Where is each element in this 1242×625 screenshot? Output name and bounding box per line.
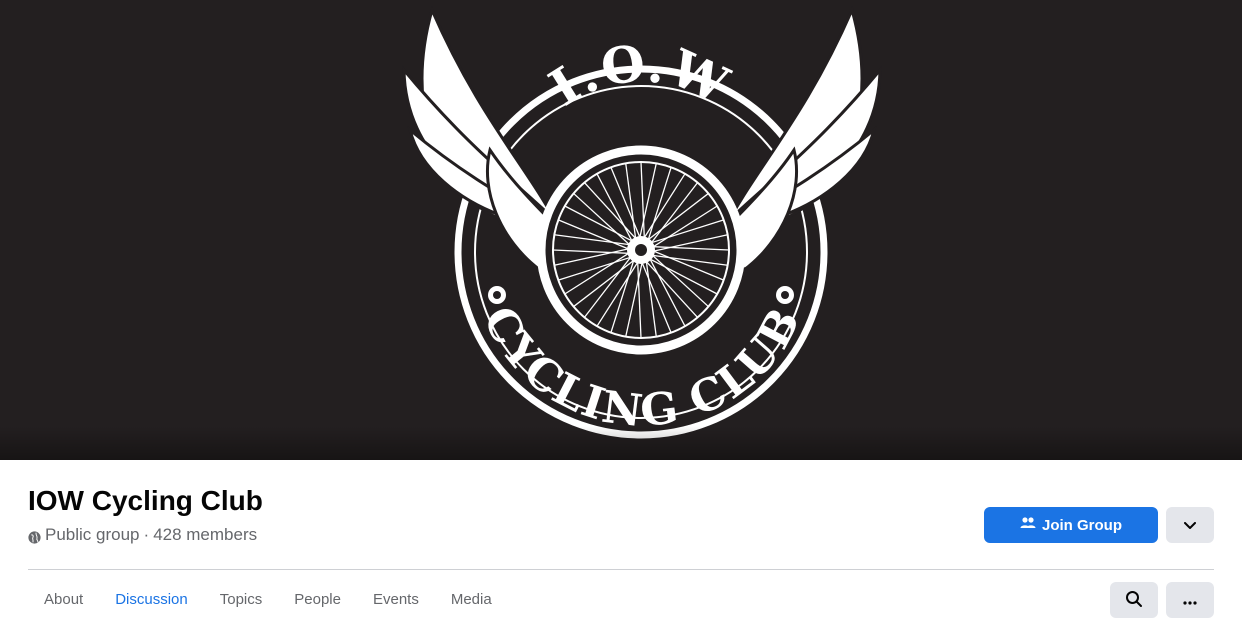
tab-topics[interactable]: Topics [204,581,279,619]
header-divider [28,569,1214,570]
tab-about[interactable]: About [28,581,99,619]
search-button[interactable] [1110,582,1158,618]
group-options-dropdown-button[interactable] [1166,507,1214,543]
svg-text:I.O.W: I.O.W [539,33,739,117]
group-tabs: About Discussion Topics People Events Me… [28,581,508,619]
cover-photo[interactable]: I.O.W CYCLING CLUB [0,0,1242,460]
search-icon [1125,590,1143,611]
more-dots-icon [1183,593,1197,608]
meta-separator: · [143,525,150,544]
group-title: IOW Cycling Club [28,485,263,516]
tab-media[interactable]: Media [435,581,508,619]
more-options-button[interactable] [1166,582,1214,618]
club-logo: I.O.W CYCLING CLUB [402,5,882,439]
privacy-label[interactable]: Public group [45,525,140,545]
tab-events[interactable]: Events [357,581,435,619]
join-group-button[interactable]: Join Group [984,507,1158,543]
group-meta: Public group · 428 members [28,525,257,545]
chevron-down-icon [1184,518,1196,533]
join-group-label: Join Group [1042,516,1122,534]
globe-icon [28,529,41,544]
logo-top-text: I.O.W [539,33,737,117]
tab-people[interactable]: People [278,581,357,619]
people-icon [1020,516,1036,534]
member-count[interactable]: 428 members [153,525,257,545]
tab-discussion[interactable]: Discussion [99,581,204,619]
